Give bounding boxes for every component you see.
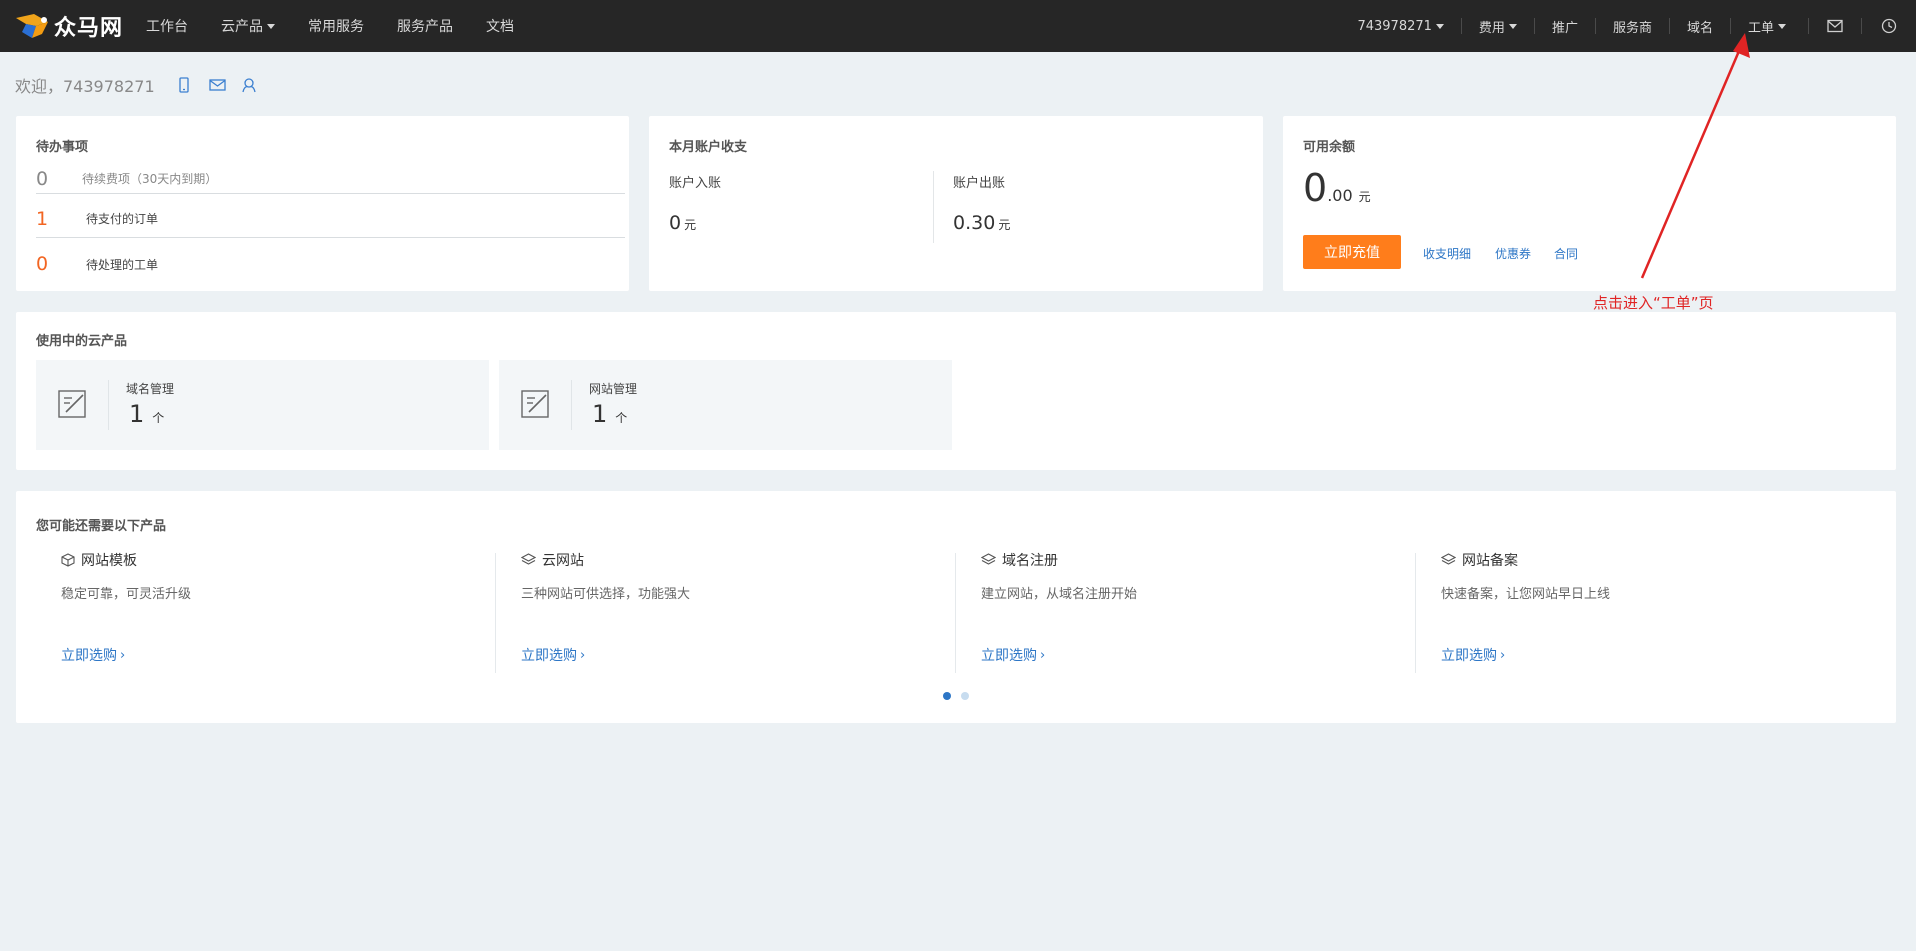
annotation-arrow bbox=[1640, 33, 1750, 279]
annotation-text: 点击进入“工单”页 bbox=[1593, 294, 1714, 312]
